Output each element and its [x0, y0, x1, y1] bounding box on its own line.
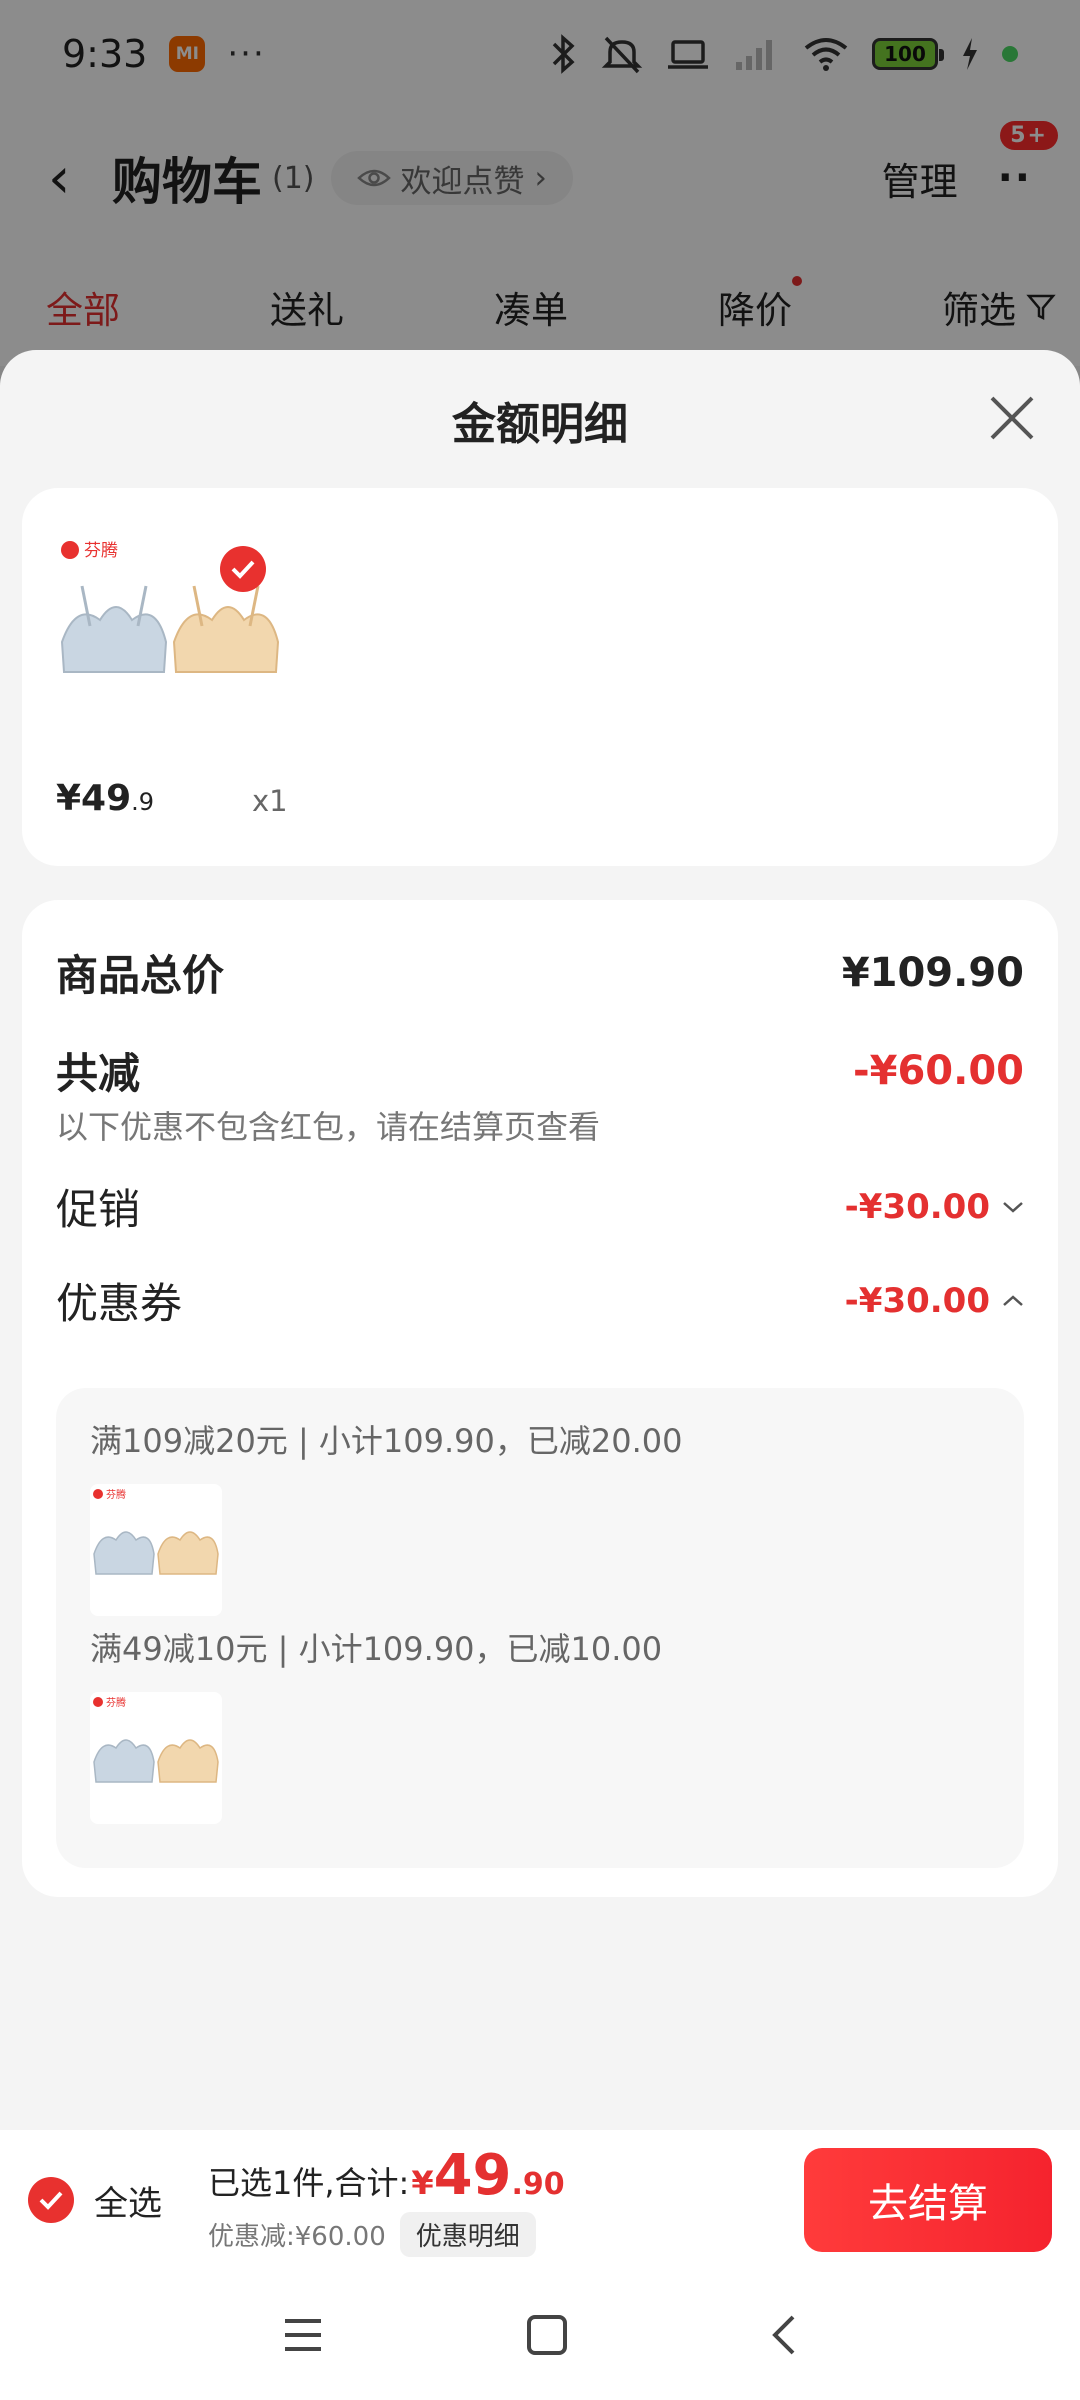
- discount-detail-button[interactable]: 优惠明细: [399, 2212, 536, 2257]
- checkout-bar: 全选 已选1件,合计: ¥ 49 .90 优惠减:¥60.00 优惠明细 去结算: [0, 2130, 1080, 2270]
- product-quantity: x1: [252, 784, 288, 818]
- coupon-detail-panel: 满109减20元 | 小计109.90，已减20.00 芬腾 满49减10元 |…: [56, 1388, 1024, 1868]
- promo-label: 促销: [56, 1185, 141, 1234]
- total-price-value: ¥109.90: [841, 949, 1024, 996]
- total-price-row: 商品总价 ¥109.90: [56, 942, 1024, 1003]
- select-all-label[interactable]: 全选: [94, 2176, 162, 2225]
- amount-detail-sheet: 金额明细 芬腾 ¥49.9 x1 商品总价 ¥109.90 共减 -¥60.00…: [0, 350, 1080, 2130]
- checkout-button[interactable]: 去结算: [804, 2148, 1052, 2252]
- coupon-value: -¥30.00: [844, 1280, 990, 1321]
- total-amount-decimal: .90: [511, 2167, 565, 2202]
- promo-row[interactable]: 促销 -¥30.00: [56, 1176, 1024, 1237]
- product-price-decimal: .9: [131, 788, 155, 816]
- coupon-product-image[interactable]: 芬腾: [90, 1692, 222, 1824]
- discount-value: -¥60.00: [853, 1047, 1024, 1094]
- chevron-down-icon: [1003, 1201, 1023, 1213]
- coupon-rule: 满49减10元 | 小计109.90，已减10.00: [90, 1630, 663, 1668]
- selected-count-text: 已选1件,合计:: [208, 2164, 410, 2202]
- svg-text:芬腾: 芬腾: [84, 541, 118, 561]
- discount-row: 共减 -¥60.00: [56, 1040, 1024, 1101]
- promo-value: -¥30.00: [844, 1186, 990, 1227]
- total-amount: 49: [433, 2143, 512, 2208]
- menu-icon[interactable]: [281, 2315, 325, 2355]
- product-image[interactable]: 芬腾: [56, 530, 308, 708]
- select-all-checkbox[interactable]: [28, 2177, 74, 2223]
- chevron-up-icon: [1003, 1294, 1023, 1306]
- currency-symbol: ¥: [411, 2164, 434, 2202]
- coupon-label: 优惠券: [56, 1279, 183, 1328]
- svg-text:芬腾: 芬腾: [106, 1488, 126, 1501]
- product-price-main: ¥49: [56, 778, 132, 819]
- back-nav-icon[interactable]: [769, 2313, 799, 2357]
- discount-label: 共减: [56, 1049, 141, 1098]
- sheet-title: 金额明细: [452, 399, 628, 450]
- svg-text:芬腾: 芬腾: [106, 1696, 126, 1709]
- total-block: 已选1件,合计: ¥ 49 .90 优惠减:¥60.00 优惠明细: [208, 2143, 565, 2257]
- product-card: 芬腾 ¥49.9 x1: [22, 488, 1058, 866]
- saving-text: 优惠减:¥60.00: [208, 2222, 386, 2252]
- price-summary-card: 商品总价 ¥109.90 共减 -¥60.00 以下优惠不包含红包，请在结算页查…: [22, 900, 1058, 1897]
- coupon-row[interactable]: 优惠券 -¥30.00: [56, 1270, 1024, 1331]
- close-icon[interactable]: [984, 390, 1040, 446]
- selected-check-icon[interactable]: [220, 546, 266, 592]
- home-icon[interactable]: [525, 2313, 569, 2357]
- coupon-rule: 满109减20元 | 小计109.90，已减20.00: [90, 1422, 683, 1460]
- system-navigation-bar: [0, 2270, 1080, 2400]
- discount-note: 以下优惠不包含红包，请在结算页查看: [56, 1108, 601, 1146]
- coupon-product-image[interactable]: 芬腾: [90, 1484, 222, 1616]
- product-price: ¥49.9: [56, 778, 154, 819]
- total-price-label: 商品总价: [56, 951, 225, 1000]
